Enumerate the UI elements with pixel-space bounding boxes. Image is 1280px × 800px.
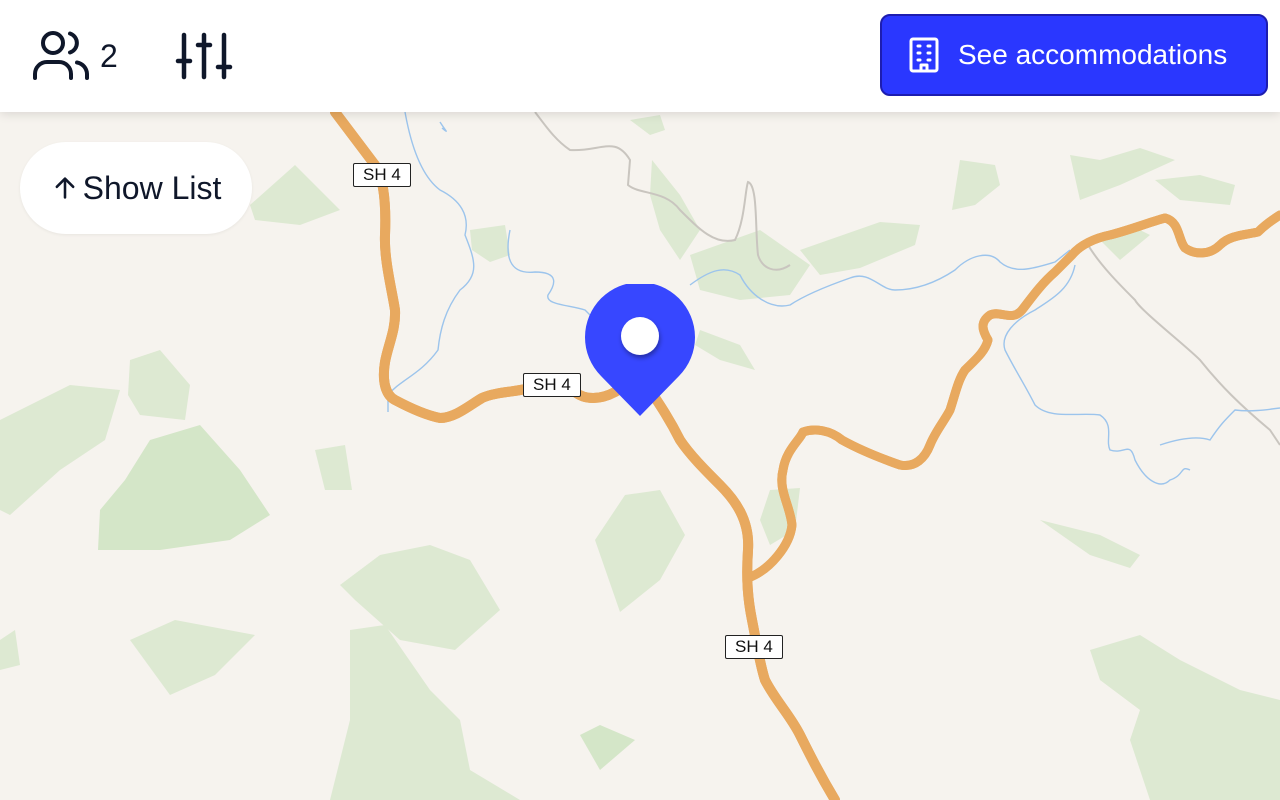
- see-accommodations-label: See accommodations: [958, 39, 1228, 70]
- arrow-up-icon: [55, 177, 75, 199]
- top-bar: 2 See accommodations: [0, 0, 1280, 112]
- see-accommodations-button[interactable]: See accommodations: [880, 14, 1268, 96]
- map-pin-icon[interactable]: [585, 284, 695, 418]
- show-list-button[interactable]: Show List: [20, 142, 252, 234]
- sliders-icon: [175, 32, 233, 80]
- road-shield-sh4: SH 4: [523, 373, 581, 397]
- show-list-label: Show List: [82, 169, 222, 206]
- filters-button[interactable]: [172, 26, 236, 86]
- road-shield-sh4: SH 4: [353, 163, 411, 187]
- guest-count: 2: [100, 37, 118, 74]
- app-root: SH 4 SH 4 SH 4 Show List 2 See accommoda…: [0, 0, 1280, 800]
- building-icon: [909, 37, 939, 73]
- road-shield-sh4: SH 4: [725, 635, 783, 659]
- users-icon: [33, 31, 89, 80]
- guests-button[interactable]: 2: [30, 26, 118, 86]
- pin-dot: [621, 317, 659, 355]
